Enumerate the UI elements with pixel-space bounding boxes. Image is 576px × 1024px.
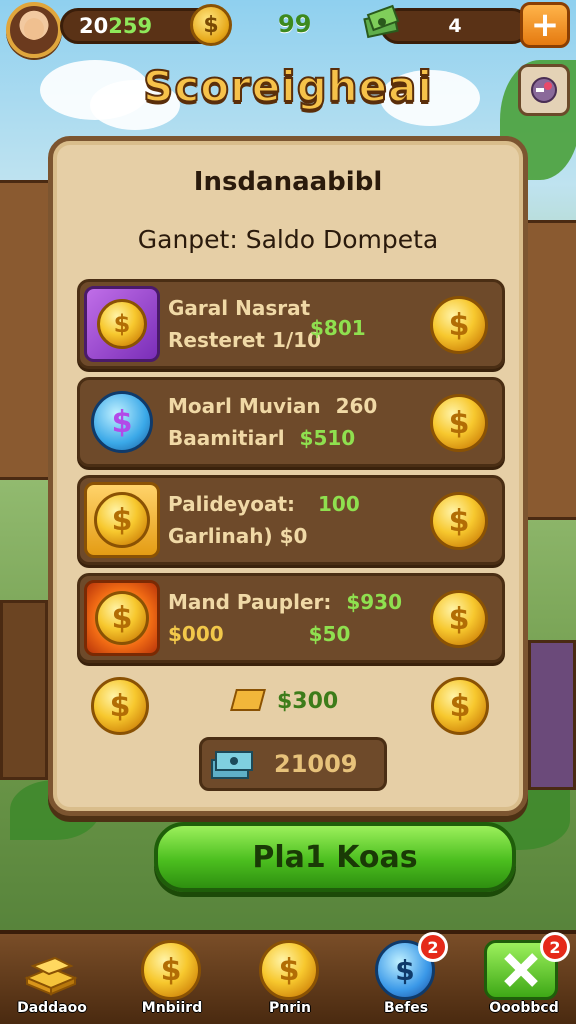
notification-badge: 2 xyxy=(540,932,570,962)
left-bonus-coin-icon: $ xyxy=(91,677,149,735)
notification-badge: 2 xyxy=(418,932,448,962)
nav-item-ooobbcd[interactable]: 2 Ooobbcd xyxy=(474,932,574,1024)
settings-button[interactable] xyxy=(518,64,570,116)
cash-stack-icon xyxy=(363,4,400,39)
row-title-text: Mand Paupler: xyxy=(168,590,332,614)
row-title: Palideyoat: xyxy=(168,492,296,516)
row-detail: Baamitiarl $510 xyxy=(168,426,355,450)
nav-item-pnrin[interactable]: $ Pnrin xyxy=(240,934,340,1024)
row-coin-icon[interactable]: $ xyxy=(430,394,488,452)
row-coin-icon[interactable]: $ xyxy=(430,296,488,354)
row-amount: 100 xyxy=(318,492,360,516)
nav-item-mnbiird[interactable]: $ Mnbiird xyxy=(122,934,222,1024)
nav-label: Daddaoo xyxy=(17,1000,87,1016)
row-detail-value: $510 xyxy=(299,426,356,450)
nav-label: Mnbiird xyxy=(141,1000,203,1016)
purple-gem-coin-icon: $ xyxy=(84,286,160,362)
row-title: Garal Nasrat xyxy=(168,296,311,320)
list-item[interactable]: $ Palideyoat: 100 Garlinah) $0 $ xyxy=(77,475,505,565)
fire-coin-icon: $ xyxy=(84,580,160,656)
row-title: Moarl Muvian 260 xyxy=(168,394,377,418)
row-title-value: 260 xyxy=(335,394,378,418)
right-bonus-coin-icon: $ xyxy=(431,677,489,735)
nav-item-daddaoo[interactable]: Daddaoo xyxy=(2,934,102,1024)
gold-bar-icon xyxy=(230,689,266,711)
coin-icon[interactable]: $ xyxy=(190,4,232,46)
row-detail: $000 $50 xyxy=(168,622,350,646)
middle-counter: 99 xyxy=(278,10,312,38)
cash-pill: 4 xyxy=(380,8,530,44)
row-detail: Resteret 1/10 xyxy=(168,328,321,352)
row-title: Mand Paupler: $930 xyxy=(168,590,402,614)
cash-stack-icon xyxy=(211,751,253,779)
bottom-nav: Daddaoo $ Mnbiird $ Pnrin $ 2 Befes 2 Oo… xyxy=(0,930,576,1024)
row-detail: Garlinah) $0 xyxy=(168,524,308,548)
row-coin-icon[interactable]: $ xyxy=(430,492,488,550)
nav-item-befes[interactable]: $ 2 Befes xyxy=(356,932,456,1024)
panel-subtitle: Ganpet: Saldo Dompeta xyxy=(137,225,439,254)
score-suffix: 259 xyxy=(108,14,153,38)
controller-icon xyxy=(531,77,557,103)
gold-bars-icon xyxy=(18,940,84,1000)
cash-value: 4 xyxy=(448,15,462,37)
dollar-coin-icon: $ xyxy=(256,940,322,1000)
list-item[interactable]: $ Moarl Muvian 260 Baamitiarl $510 $ xyxy=(77,377,505,467)
row-title-text: Moarl Muvian xyxy=(168,394,321,418)
row-title-value: $930 xyxy=(346,590,403,614)
bonus-amount: $300 xyxy=(277,689,339,714)
row-coin-icon[interactable]: $ xyxy=(430,590,488,648)
total-value: 21009 xyxy=(274,750,358,778)
panel-title: Insdanaabibl xyxy=(193,167,383,197)
list-item[interactable]: $ Mand Paupler: $930 $000 $50 $ xyxy=(77,573,505,663)
page-title: Scoreigheai xyxy=(142,61,433,112)
top-bar: 20 259 $ 99 4 + xyxy=(0,0,576,58)
row-detail-value: $50 xyxy=(308,622,351,646)
row-detail-text: Baamitiarl xyxy=(168,426,285,450)
dollar-coin-icon: $ xyxy=(138,940,204,1000)
add-currency-button[interactable]: + xyxy=(520,2,570,48)
nav-label: Befes xyxy=(383,1000,429,1016)
nav-label: Ooobbcd xyxy=(489,1000,559,1016)
gold-coin-icon: $ xyxy=(84,482,160,558)
list-item[interactable]: $ Garal Nasrat Resteret 1/10 $801 $ xyxy=(77,279,505,369)
row-detail-text: $000 xyxy=(168,622,224,646)
wallet-panel: Insdanaabibl Ganpet: Saldo Dompeta $ Gar… xyxy=(48,136,528,816)
blue-dollar-coin-icon: $ xyxy=(84,384,160,460)
score-prefix: 20 xyxy=(79,14,109,38)
play-button[interactable]: Pla1 Koas xyxy=(154,822,516,892)
nav-label: Pnrin xyxy=(269,1000,311,1016)
total-balance: 21009 xyxy=(199,737,387,791)
row-amount: $801 xyxy=(310,316,366,340)
player-avatar[interactable] xyxy=(6,2,62,58)
